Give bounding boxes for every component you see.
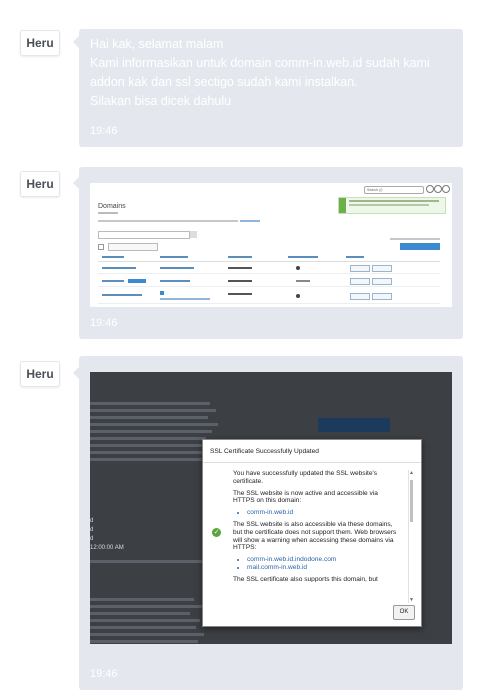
sender-avatar: Heru — [20, 30, 60, 56]
background-label: 12:00:00 AM — [90, 545, 124, 551]
dialog-divider — [203, 462, 421, 463]
message-bubble: d d d 12:00:00 AM SSL Certificate Succes… — [79, 356, 463, 690]
also-domains-text: The SSL website is also accessible via t… — [233, 520, 397, 552]
also-domain-link: comm-in.web.id.indodone.com — [247, 556, 399, 564]
page-description — [98, 220, 238, 222]
success-check-icon: ✓ — [212, 528, 221, 537]
active-domains-text: The SSL website is now active and access… — [233, 489, 378, 505]
domain-search-input — [98, 231, 190, 239]
ok-button: OK — [393, 605, 415, 620]
description-link — [240, 220, 260, 222]
page-title: Domains — [98, 203, 126, 210]
search-field: Search (/) — [364, 186, 424, 194]
screenshot-image[interactable]: Search (/) Domains — [90, 183, 452, 307]
also-domain-link: mail.comm-in.web.id — [247, 564, 399, 572]
select-all-checkbox — [98, 244, 104, 250]
background-label: d — [90, 536, 94, 542]
message-bubble: Search (/) Domains 19:46 — [79, 167, 463, 339]
dialog-body: You have successfully updated the SSL we… — [233, 470, 399, 586]
ssl-success-dialog: SSL Certificate Successfully Updated ✓ Y… — [202, 439, 422, 627]
table-header — [98, 255, 440, 262]
also-domains-list: comm-in.web.id.indodone.com mail.comm-in… — [233, 556, 399, 572]
dialog-scrollbar: ▲ ▼ — [408, 470, 414, 603]
sender-avatar: Heru — [20, 171, 60, 197]
message-time: 19:46 — [90, 668, 118, 680]
table-row — [98, 276, 440, 287]
message-bubble: Hai kak, selamat malam Kami informasikan… — [79, 29, 463, 147]
background-label: d — [90, 527, 94, 533]
scroll-thumb — [410, 480, 413, 522]
table-row — [98, 289, 440, 304]
scroll-up-icon: ▲ — [409, 470, 414, 476]
dialog-title: SSL Certificate Successfully Updated — [210, 448, 319, 455]
background-label: d — [90, 518, 94, 524]
page-subtitle — [98, 212, 118, 214]
scroll-down-icon: ▼ — [409, 597, 414, 603]
truncated-text: The SSL certificate also supports this d… — [233, 575, 378, 582]
message-time: 19:46 — [90, 125, 118, 137]
bulk-action-select — [108, 243, 158, 251]
background-button — [318, 418, 390, 432]
account-icon — [426, 185, 434, 193]
success-notice — [338, 197, 446, 214]
message-time: 19:46 — [90, 317, 118, 329]
showing-count — [390, 238, 440, 240]
screenshot-image[interactable]: d d d 12:00:00 AM SSL Certificate Succes… — [90, 372, 452, 644]
dialog-intro: You have successfully updated the SSL we… — [233, 470, 378, 485]
table-row — [98, 263, 440, 274]
active-domain-link: comm-in.web.id — [247, 509, 399, 517]
search-icon — [190, 231, 197, 238]
message-text: Hai kak, selamat malam Kami informasikan… — [90, 37, 430, 108]
sender-avatar: Heru — [20, 361, 60, 387]
active-domains-list: comm-in.web.id — [233, 509, 399, 517]
bell-icon — [434, 185, 442, 193]
logout-icon — [442, 185, 450, 193]
create-domain-button — [400, 243, 440, 250]
